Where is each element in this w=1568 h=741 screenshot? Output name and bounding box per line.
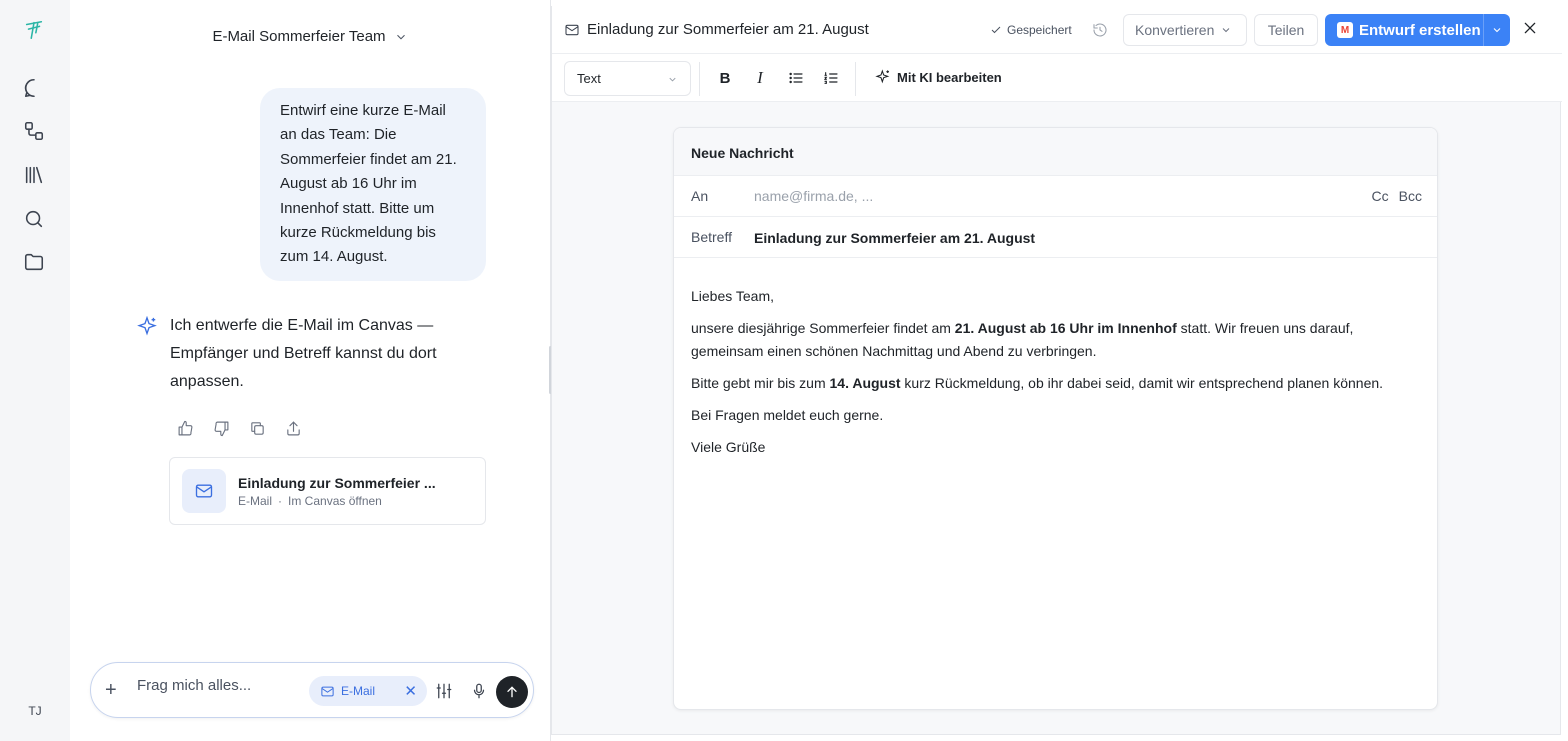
to-label: An — [691, 188, 709, 204]
cc-button[interactable]: Cc — [1372, 188, 1389, 204]
subject-field[interactable]: Einladung zur Sommerfeier am 21. August — [754, 230, 1035, 246]
share-button[interactable]: Teilen — [1254, 14, 1318, 46]
email-body[interactable]: Liebes Team, unsere diesjährige Sommerfe… — [674, 258, 1437, 459]
app-logo-icon[interactable] — [22, 18, 46, 42]
chevron-down-icon — [396, 34, 405, 39]
close-icon[interactable]: ✕ — [404, 682, 417, 700]
subject-row: Betreff Einladung zur Sommerfeier am 21.… — [674, 217, 1437, 258]
create-draft-label: Entwurf erstellen — [1359, 21, 1481, 39]
folder-icon[interactable] — [22, 250, 46, 274]
artifact-type: E-Mail — [238, 493, 273, 508]
email-mode-label: E-Mail — [341, 684, 376, 698]
message-actions — [176, 419, 303, 438]
ai-edit-button[interactable]: Mit KI bearbeiten — [875, 69, 1002, 85]
body-paragraph-3: Bei Fragen meldet euch gerne. — [691, 406, 884, 423]
greeting: Liebes Team, — [691, 288, 775, 304]
bcc-button[interactable]: Bcc — [1399, 188, 1422, 204]
microphone-icon[interactable] — [470, 682, 488, 703]
canvas-panel: Einladung zur Sommerfeier am 21. August … — [551, 6, 1562, 735]
bold-button[interactable]: B — [715, 68, 735, 88]
assistant-message-text: Ich entwerfe die E-Mail im Canvas — Empf… — [170, 317, 437, 390]
format-toolbar: Text B I Mit KI bearbeiten — [552, 54, 1562, 102]
canvas-doc-title: Einladung zur Sommerfeier am 21. August — [564, 21, 869, 38]
subject-label: Betreff — [691, 229, 732, 245]
artifact-card[interactable]: Einladung zur Sommerfeier ... E-Mail · Im … — [169, 457, 486, 525]
user-message: Entwirf eine kurze E-Mail an das Team: D… — [260, 88, 486, 281]
mail-icon — [565, 24, 579, 35]
assistant-message: Ich entwerfe die E-Mail im Canvas — Empf… — [136, 312, 466, 396]
chat-icon[interactable] — [22, 76, 46, 100]
doc-title-text: Einladung zur Sommerfeier am 21. August — [587, 21, 869, 38]
convert-dropdown[interactable]: Konvertieren — [1123, 14, 1247, 46]
close-canvas-icon[interactable] — [1522, 20, 1538, 39]
check-icon — [991, 26, 1001, 34]
numbered-list-icon[interactable] — [821, 68, 841, 88]
ai-edit-label: Mit KI bearbeiten — [897, 69, 1002, 85]
chat-input[interactable] — [137, 677, 297, 694]
send-button[interactable] — [496, 676, 528, 708]
text-style-select[interactable]: Text — [564, 61, 691, 96]
mail-icon — [321, 686, 334, 696]
toolbar-divider — [699, 62, 700, 96]
chat-panel: E-Mail Sommerfeier Team Entwirf eine kur… — [70, 0, 550, 741]
text-run: kurz Rückmeldung, ob ihr dabei seid, dam… — [900, 374, 1384, 391]
save-status: Gespeichert — [990, 23, 1072, 37]
text-style-value: Text — [577, 71, 601, 86]
thumbs-down-icon[interactable] — [212, 419, 231, 438]
email-header: Neue Nachricht — [674, 128, 1437, 176]
sparkle-icon — [137, 316, 157, 336]
conversation-title-text: E-Mail Sommerfeier Team — [212, 28, 386, 45]
create-draft-menu-button[interactable] — [1483, 14, 1510, 46]
cc-bcc: Cc Bcc — [1372, 188, 1422, 204]
artifact-title: Einladung zur Sommerfeier ... — [238, 474, 436, 491]
artifact-separator: · — [278, 493, 283, 508]
artifact-meta: E-Mail · Im Canvas öffnen — [238, 494, 436, 508]
create-draft-button[interactable]: M Entwurf erstellen — [1325, 14, 1483, 46]
bold-text-run: 21. August ab 16 Uhr im Innenhof — [954, 320, 1177, 337]
body-paragraph-1: unsere diesjährige Sommerfeier findet am… — [691, 317, 1420, 362]
bullet-list-icon[interactable] — [786, 68, 806, 88]
sparkle-icon — [875, 69, 890, 84]
user-avatar[interactable]: TJ — [0, 704, 70, 718]
library-icon[interactable] — [22, 163, 46, 187]
toolbar-divider — [855, 62, 856, 96]
convert-label: Konvertieren — [1135, 22, 1215, 38]
body-paragraph-2: Bitte gebt mir bis zum 14. August kurz R… — [691, 372, 1420, 395]
workflow-icon[interactable] — [22, 119, 46, 143]
conversation-title[interactable]: E-Mail Sommerfeier Team — [70, 28, 550, 45]
artifact-open-link[interactable]: Im Canvas öffnen — [288, 494, 382, 508]
plus-icon[interactable]: + — [105, 679, 117, 701]
italic-button[interactable]: I — [750, 68, 770, 88]
closing: Viele Grüße — [691, 438, 766, 455]
gmail-icon: M — [1337, 22, 1353, 38]
sliders-icon[interactable] — [435, 682, 453, 703]
copy-icon[interactable] — [248, 419, 267, 438]
save-status-text: Gespeichert — [1007, 23, 1072, 37]
share-icon[interactable] — [284, 419, 303, 438]
to-input[interactable] — [754, 188, 1254, 204]
chevron-down-icon — [669, 77, 676, 82]
email-composer: Neue Nachricht An Cc Bcc Betreff Einladu… — [673, 127, 1438, 710]
left-rail: TJ — [0, 0, 70, 741]
thumbs-up-icon[interactable] — [176, 419, 195, 438]
text-run: unsere diesjährige Sommerfeier findet am — [691, 320, 955, 337]
text-run: Bitte gebt mir bis zum — [691, 374, 830, 391]
chevron-down-icon — [1223, 28, 1230, 33]
mail-icon — [182, 469, 226, 513]
email-mode-chip[interactable]: E-Mail ✕ — [309, 676, 427, 706]
to-row: An Cc Bcc — [674, 176, 1437, 217]
search-icon[interactable] — [22, 207, 46, 231]
chevron-down-icon — [1493, 28, 1501, 33]
history-icon[interactable] — [1092, 22, 1108, 41]
canvas-topbar: Einladung zur Sommerfeier am 21. August … — [552, 6, 1562, 54]
chat-composer: + E-Mail ✕ — [90, 662, 534, 718]
bold-text-run: 14. August — [829, 374, 901, 391]
